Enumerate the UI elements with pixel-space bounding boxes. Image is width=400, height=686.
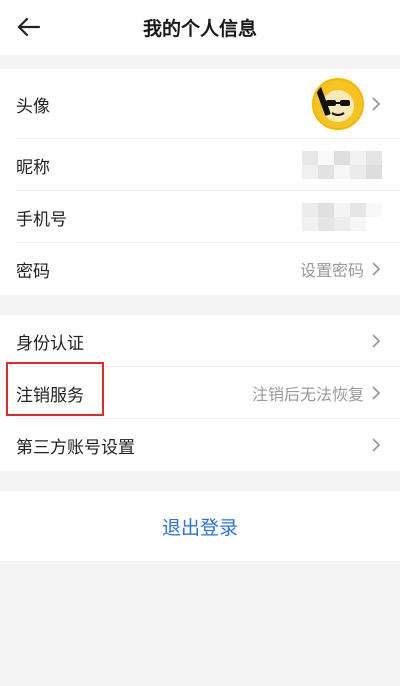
avatar-row[interactable]: 头像: [0, 69, 400, 139]
top-bar: 我的个人信息: [0, 0, 400, 55]
identity-label: 身份认证: [16, 333, 84, 354]
nickname-label: 昵称: [16, 157, 50, 178]
logout-section: 退出登录: [0, 491, 400, 561]
cancel-service-row[interactable]: 注销服务 注销后无法恢复: [0, 367, 400, 419]
third-party-label: 第三方账号设置: [16, 437, 135, 458]
nickname-row[interactable]: 昵称: [0, 139, 400, 191]
phone-label: 手机号: [16, 209, 67, 230]
phone-redacted: [302, 203, 382, 231]
page-title: 我的个人信息: [142, 18, 257, 40]
back-button[interactable]: [14, 12, 44, 42]
third-party-row[interactable]: 第三方账号设置: [0, 419, 400, 471]
password-label: 密码: [16, 261, 50, 282]
password-value: 设置密码: [299, 261, 364, 280]
password-row[interactable]: 密码 设置密码: [0, 243, 400, 295]
identity-row[interactable]: 身份认证: [0, 315, 400, 367]
chevron-right-icon: [370, 436, 382, 454]
cancel-service-label: 注销服务: [16, 385, 84, 406]
nickname-redacted: [302, 151, 382, 179]
chevron-right-icon: [370, 332, 382, 350]
chevron-right-icon: [370, 95, 382, 113]
avatar-label: 头像: [16, 96, 50, 117]
chevron-right-icon: [370, 260, 382, 278]
phone-row[interactable]: 手机号: [0, 191, 400, 243]
arrow-left-icon: [17, 17, 41, 37]
avatar-image-icon: [315, 86, 354, 122]
logout-button[interactable]: 退出登录: [162, 513, 238, 540]
account-section: 身份认证 注销服务 注销后无法恢复 第三方账号设置: [0, 315, 400, 471]
chevron-right-icon: [370, 384, 382, 402]
profile-section: 头像 昵称 手机号 密码 设置密码: [0, 69, 400, 295]
avatar: [312, 78, 364, 130]
cancel-service-value: 注销后无法恢复: [251, 385, 364, 404]
